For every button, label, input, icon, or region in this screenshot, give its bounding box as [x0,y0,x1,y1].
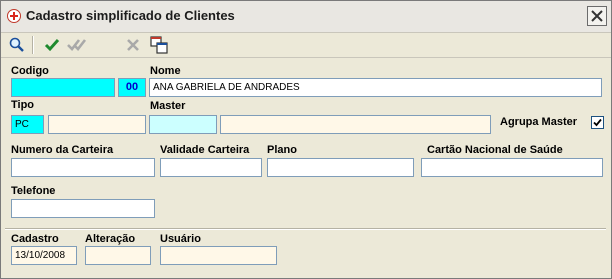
search-button[interactable] [7,35,27,55]
telefone-label: Telefone [11,185,56,197]
search-icon [9,37,24,52]
alteracao-field [85,246,151,265]
codigo-label: Codigo [11,65,49,77]
tipo-description-field [48,115,146,134]
codigo-field[interactable] [11,78,115,97]
close-button[interactable] [587,6,607,26]
dialog-window: Cadastro simplificado de Clientes Codigo… [0,0,612,279]
confirm-icon [44,39,60,52]
agrupa-master-label: Agrupa Master [500,116,578,128]
cadastro-label: Cadastro [11,233,59,245]
plano-label: Plano [267,144,297,156]
telefone-field[interactable] [11,199,155,218]
section-divider [5,228,606,230]
cancel-icon [127,39,139,51]
nome-label: Nome [150,65,181,77]
validade-carteira-label: Validade Carteira [160,144,250,156]
window-swap-button[interactable] [149,35,169,55]
confirm-all-button[interactable] [67,35,87,55]
window-swap-icon [150,36,168,54]
tipo-label: Tipo [11,99,35,111]
cartao-nacional-field[interactable] [421,158,603,177]
cancel-button[interactable] [123,35,143,55]
window-title: Cadastro simplificado de Clientes [26,8,235,23]
checkmark-icon [593,118,602,127]
validade-carteira-field[interactable] [160,158,262,177]
toolbar [1,33,611,58]
usuario-field [160,246,277,265]
agrupa-master-checkbox[interactable] [591,116,604,129]
usuario-label: Usuário [160,233,201,245]
cartao-nacional-label: Cartão Nacional de Saúde [427,144,563,156]
master-description-field [220,115,491,134]
cadastro-field: 13/10/2008 [11,246,77,265]
codigo-suffix-field[interactable]: 00 [118,78,146,97]
nome-field[interactable]: ANA GABRIELA DE ANDRADES [149,78,602,97]
master-code-field[interactable] [149,115,217,134]
app-icon [7,9,21,23]
master-label: Master [150,100,186,112]
toolbar-separator [32,36,34,54]
confirm-all-icon [67,39,87,51]
close-icon [591,10,603,22]
confirm-button[interactable] [42,35,62,55]
numero-carteira-field[interactable] [11,158,155,177]
title-bar[interactable]: Cadastro simplificado de Clientes [1,1,611,33]
numero-carteira-label: Numero da Carteira [11,144,114,156]
plano-field[interactable] [267,158,414,177]
alteracao-label: Alteração [85,233,136,245]
tipo-field[interactable]: PC [11,115,44,134]
